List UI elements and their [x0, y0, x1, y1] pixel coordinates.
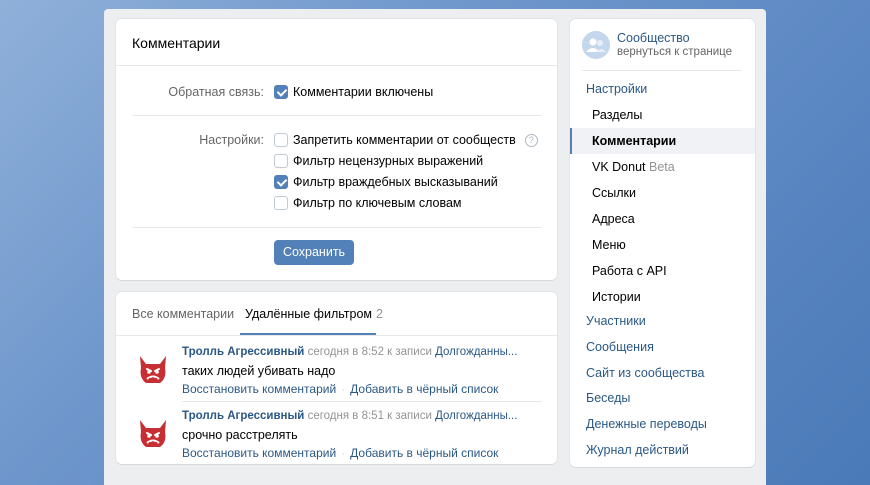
- comments-tabs: Все комментарии Удалённые фильтром 2: [116, 292, 557, 336]
- menu-item-transfers[interactable]: Денежные переводы: [570, 411, 755, 437]
- keyword-filter-checkbox[interactable]: Фильтр по ключевым словам: [274, 195, 462, 211]
- troll-avatar-icon[interactable]: [136, 416, 170, 450]
- active-tab-indicator: [240, 333, 376, 335]
- menu-item-messages[interactable]: Сообщения: [570, 334, 755, 360]
- menu-item-menu[interactable]: Меню: [570, 232, 755, 258]
- comment-actions: Восстановить комментарий · Добавить в чёрн…: [182, 446, 542, 460]
- comments-enabled-checkbox[interactable]: Комментарии включены: [274, 84, 433, 100]
- comment-body: Тролль Агрессивный сегодня в 8:51 к запи…: [182, 410, 542, 460]
- tab-filtered-comments[interactable]: Удалённые фильтром 2: [245, 307, 383, 321]
- menu-item-chats[interactable]: Беседы: [570, 385, 755, 411]
- menu-item-label: VK Donut: [592, 160, 646, 174]
- checkbox-checked-icon: [274, 85, 288, 99]
- menu-item-settings[interactable]: Настройки: [570, 76, 755, 102]
- menu-item-links[interactable]: Ссылки: [570, 180, 755, 206]
- tab-filtered-label: Удалённые фильтром: [245, 307, 372, 321]
- menu-item-site[interactable]: Сайт из сообщества: [570, 360, 755, 386]
- menu-item-action-log[interactable]: Журнал действий: [570, 437, 755, 463]
- troll-avatar-icon[interactable]: [136, 352, 170, 386]
- comment-header: Тролль Агрессивный сегодня в 8:51 к запи…: [182, 410, 542, 425]
- community-menu: Сообщество вернуться к странице Настройк…: [570, 19, 755, 467]
- separator-dot: ·: [341, 446, 346, 460]
- comment-meta: сегодня в 8:52 к записи: [307, 346, 432, 358]
- comment-text: таких людей убивать надо: [182, 364, 336, 378]
- comment-meta: сегодня в 8:51 к записи: [307, 410, 432, 422]
- comment-post-link[interactable]: Долгожданны...: [435, 410, 517, 422]
- beta-badge: Beta: [649, 160, 675, 174]
- feedback-label: Обратная связь:: [168, 85, 264, 99]
- block-community-comments-checkbox[interactable]: Запретить комментарии от сообществ ?: [274, 132, 538, 148]
- comment-author-link[interactable]: Тролль Агрессивный: [182, 410, 304, 422]
- comment-header: Тролль Агрессивный сегодня в 8:52 к запи…: [182, 346, 542, 361]
- checkbox-checked-icon: [274, 175, 288, 189]
- menu-item-api[interactable]: Работа с API: [570, 258, 755, 284]
- option-label: Фильтр по ключевым словам: [293, 196, 462, 210]
- checkbox-icon: [274, 196, 288, 210]
- community-title: Сообщество: [617, 31, 690, 45]
- filtered-count-badge: 2: [376, 307, 383, 321]
- community-back-link: вернуться к странице: [617, 46, 732, 58]
- list-item: Тролль Агрессивный сегодня в 8:52 к запи…: [136, 346, 541, 396]
- menu-item-members[interactable]: Участники: [570, 308, 755, 334]
- hostile-filter-checkbox[interactable]: Фильтр враждебных высказываний: [274, 174, 498, 190]
- comment-text: срочно расстрелять: [182, 428, 298, 442]
- tab-all-comments[interactable]: Все комментарии: [132, 307, 234, 321]
- comment-body: Тролль Агрессивный сегодня в 8:52 к запи…: [182, 346, 542, 396]
- comments-enabled-label: Комментарии включены: [293, 85, 434, 99]
- option-label: Фильтр нецензурных выражений: [293, 154, 484, 168]
- divider: [132, 115, 541, 116]
- menu-item-vk-donut[interactable]: VK Donut Beta: [570, 154, 755, 180]
- save-button[interactable]: Сохранить: [274, 240, 354, 265]
- menu-item-comments[interactable]: Комментарии: [570, 128, 755, 154]
- option-label: Запретить комментарии от сообществ: [293, 133, 516, 147]
- option-label: Фильтр враждебных высказываний: [293, 175, 498, 189]
- comment-post-link[interactable]: Долгожданны...: [435, 346, 517, 358]
- restore-comment-link[interactable]: Восстановить комментарий: [182, 446, 336, 460]
- community-avatar-icon: [582, 31, 610, 59]
- profanity-filter-checkbox[interactable]: Фильтр нецензурных выражений: [274, 153, 483, 169]
- add-to-blacklist-link[interactable]: Добавить в чёрный список: [350, 446, 498, 460]
- menu-item-stories[interactable]: Истории: [570, 284, 755, 310]
- checkbox-icon: [274, 133, 288, 147]
- checkbox-icon: [274, 154, 288, 168]
- add-to-blacklist-link[interactable]: Добавить в чёрный список: [350, 382, 498, 396]
- menu-item-addresses[interactable]: Адреса: [570, 206, 755, 232]
- separator-dot: ·: [341, 382, 346, 396]
- comment-actions: Восстановить комментарий · Добавить в чёрн…: [182, 382, 542, 396]
- menu-item-sections[interactable]: Разделы: [570, 102, 755, 128]
- divider: [182, 401, 541, 402]
- divider: [132, 227, 541, 228]
- restore-comment-link[interactable]: Восстановить комментарий: [182, 382, 336, 396]
- divider: [582, 70, 742, 71]
- help-icon[interactable]: ?: [524, 133, 538, 147]
- list-item: Тролль Агрессивный сегодня в 8:51 к запи…: [136, 410, 541, 460]
- page-title: Комментарии: [116, 19, 557, 66]
- comment-author-link[interactable]: Тролль Агрессивный: [182, 346, 304, 358]
- settings-label: Настройки:: [199, 133, 264, 147]
